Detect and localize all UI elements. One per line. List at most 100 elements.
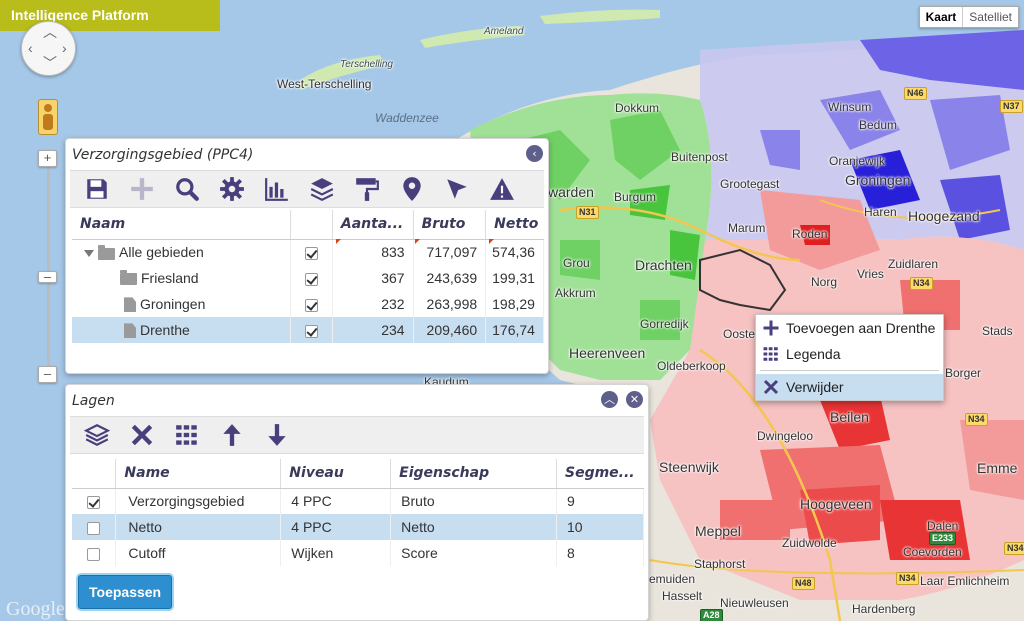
pan-control[interactable]: ︿ ‹ › ﹀ — [21, 21, 76, 76]
layer-checkbox[interactable] — [87, 521, 101, 535]
zoom-slider-track[interactable] — [47, 167, 50, 367]
sort-marker — [489, 239, 494, 244]
map-label-hoogeveen: Hoogeveen — [800, 496, 872, 512]
column-header-eigenschap[interactable]: Eigenschap — [390, 459, 557, 489]
table-row-selected[interactable]: Netto 4 PPC Netto 10 — [72, 514, 645, 540]
context-menu-legend-item[interactable]: Legenda — [756, 341, 943, 367]
row-checkbox[interactable] — [304, 272, 318, 286]
map-type-map-button[interactable]: Kaart — [920, 7, 964, 27]
column-header-name[interactable]: Name — [115, 459, 282, 489]
table-row[interactable]: Verzorgingsgebied 4 PPC Bruto 9 — [72, 488, 645, 514]
delete-layer-button[interactable] — [119, 416, 164, 454]
column-header-segments[interactable]: Segme... — [556, 459, 644, 489]
zoom-in-button[interactable]: + — [38, 150, 57, 167]
table-row[interactable]: Friesland 367 243,639 199,31 — [72, 265, 544, 291]
row-name: Friesland — [141, 270, 199, 286]
layer-checkbox[interactable] — [87, 496, 101, 510]
close-icon[interactable]: ✕ — [626, 391, 643, 408]
panel2-toolbar — [70, 416, 644, 454]
map-label-meppel: Meppel — [695, 523, 741, 539]
row-checkbox[interactable] — [304, 324, 318, 338]
row-checkbox[interactable] — [304, 247, 318, 261]
row-checkbox[interactable] — [304, 298, 318, 312]
table-header: Naam Aanta... Bruto Netto — [72, 210, 544, 240]
pan-left-icon[interactable]: ‹ — [28, 41, 33, 55]
move-up-button[interactable] — [209, 416, 254, 454]
check-cell — [72, 540, 117, 566]
column-header-niveau[interactable]: Niveau — [280, 459, 392, 489]
panel-title: Verzorgingsgebied (PPC4) ‹ — [66, 139, 548, 170]
panel1-toolbar — [70, 170, 544, 208]
table-row[interactable]: Groningen 232 263,998 198,29 — [72, 291, 544, 317]
map-label-coevorden: Coevorden — [903, 545, 962, 559]
collapse-up-icon[interactable]: ︿ — [601, 391, 618, 408]
layers-button[interactable] — [74, 416, 119, 454]
map-label-ameland: Ameland — [484, 26, 524, 37]
context-menu-add-item[interactable]: Toevoegen aan Drenthe — [756, 315, 943, 341]
marker-button[interactable] — [389, 170, 434, 208]
road-shield: N37 — [1000, 100, 1023, 113]
map-type-satellite-button[interactable]: Satelliet — [963, 7, 1018, 27]
road-shield: N46 — [904, 87, 927, 100]
map-label-warden: warden — [548, 184, 594, 200]
column-header-check[interactable] — [290, 210, 333, 240]
map-label-stads: Stads — [982, 324, 1013, 338]
pan-right-icon[interactable]: › — [62, 41, 67, 55]
zoom-button[interactable] — [164, 170, 209, 208]
expand-triangle-icon[interactable] — [84, 250, 94, 258]
cursor-button[interactable] — [434, 170, 479, 208]
move-down-button[interactable] — [254, 416, 299, 454]
bruto-cell: 263,998 — [413, 291, 487, 317]
column-header-name[interactable]: Naam — [72, 210, 291, 240]
column-header-bruto[interactable]: Bruto — [413, 210, 487, 240]
road-shield: N34 — [1004, 542, 1024, 555]
collapse-left-icon[interactable]: ‹ — [526, 145, 543, 162]
road-shield: N34 — [896, 572, 919, 585]
map-label-emmen: Emme — [977, 460, 1018, 476]
column-header-check[interactable] — [72, 459, 117, 489]
layer-checkbox[interactable] — [87, 547, 101, 561]
map-label-zuidlaren: Zuidlaren — [888, 257, 939, 271]
column-header-aantal[interactable]: Aanta... — [332, 210, 414, 240]
eigenschap-cell: Score — [390, 540, 557, 566]
add-button[interactable] — [119, 170, 164, 208]
table-row[interactable]: Cutoff Wijken Score 8 — [72, 540, 645, 566]
map-label-beilen: Beilen — [830, 409, 869, 425]
pan-down-icon[interactable]: ﹀ — [43, 56, 57, 70]
road-shield: N34 — [910, 277, 933, 290]
layers-button[interactable] — [299, 170, 344, 208]
warning-button[interactable] — [479, 170, 524, 208]
save-button[interactable] — [74, 170, 119, 208]
map-label-oldeberkoop: Oldeberkoop — [657, 359, 726, 373]
chart-button[interactable] — [254, 170, 299, 208]
context-menu-delete-item[interactable]: Verwijder — [756, 374, 943, 400]
settings-icon — [219, 177, 244, 201]
zoom-out-button[interactable]: – — [38, 366, 57, 383]
map-label-grou: Grou — [563, 256, 590, 270]
settings-button[interactable] — [209, 170, 254, 208]
cursor-icon — [446, 179, 467, 199]
grid-button[interactable] — [164, 416, 209, 454]
zoom-slider-handle[interactable]: – — [38, 270, 57, 283]
aantal-cell: 367 — [332, 265, 414, 291]
arrow-up-icon — [222, 424, 241, 446]
table-row-selected[interactable]: Drenthe 234 209,460 176,74 — [72, 317, 544, 343]
column-header-netto[interactable]: Netto — [485, 210, 544, 240]
map-label-drachten: Drachten — [635, 257, 692, 273]
sort-marker — [336, 239, 341, 244]
layer-name-cell: Netto — [115, 514, 282, 540]
pan-up-icon[interactable]: ︿ — [43, 25, 57, 39]
row-name: Alle gebieden — [119, 244, 204, 261]
grid-icon — [763, 347, 778, 361]
tree-cell: Drenthe — [72, 317, 291, 343]
street-view-pegman-icon[interactable] — [38, 99, 58, 135]
apply-button[interactable]: Toepassen — [78, 575, 173, 609]
document-icon — [124, 297, 136, 313]
map-label-waddenzee: Waddenzee — [375, 111, 439, 125]
map-label-haren: Haren — [864, 205, 897, 219]
table-row[interactable]: Alle gebieden 833 717,097 574,36 — [72, 239, 544, 265]
plus-icon — [763, 320, 779, 336]
paint-roller-button[interactable] — [344, 170, 389, 208]
map-label-terschelling: Terschelling — [340, 59, 393, 70]
map-label-dwingeloo: Dwingeloo — [757, 429, 814, 443]
